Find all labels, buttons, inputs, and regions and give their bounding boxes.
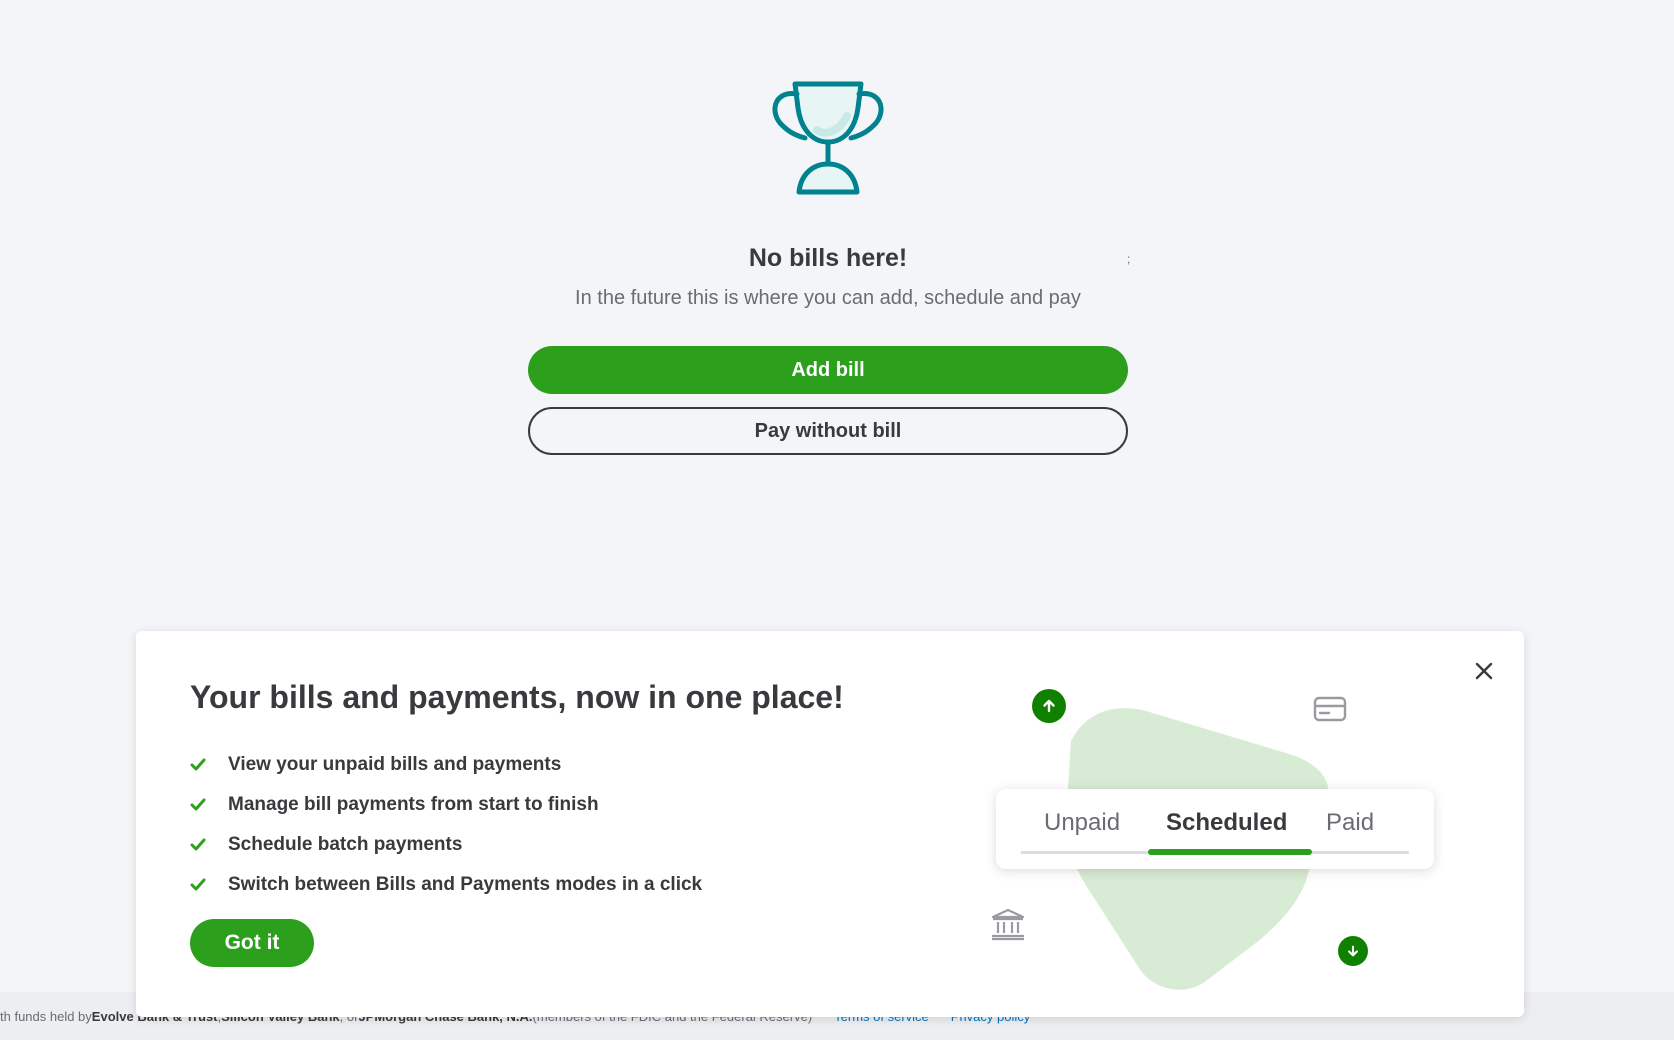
empty-state: No bills here! In the future this is whe… [528,78,1128,455]
credit-card-icon [1313,696,1347,722]
tab-unpaid: Unpaid [1044,809,1121,836]
checkmark-icon [190,798,206,811]
feature-label: Manage bill payments from start to finis… [228,794,599,815]
footer-prefix: th funds held by [0,1008,92,1024]
onboarding-card: Your bills and payments, now in one plac… [136,631,1524,1017]
arrow-up-circle-icon [1032,689,1066,723]
pay-without-bill-button[interactable]: Pay without bill [528,407,1128,455]
feature-list: View your unpaid bills and payments Mana… [190,745,702,905]
feature-item: Schedule batch payments [190,825,702,865]
feature-item: Manage bill payments from start to finis… [190,785,702,825]
feature-label: Switch between Bills and Payments modes … [228,874,703,895]
onboarding-title: Your bills and payments, now in one plac… [190,679,844,715]
checkmark-icon [190,878,206,891]
feature-label: Schedule batch payments [228,834,463,855]
add-bill-button[interactable]: Add bill [528,346,1128,394]
feature-item: Switch between Bills and Payments modes … [190,865,702,905]
empty-state-title: No bills here! [748,244,908,272]
tab-scheduled: Scheduled [1166,809,1288,836]
bills-illustration: Unpaid Scheduled Paid [976,671,1496,991]
illustration-tabs: Unpaid Scheduled Paid [996,789,1434,869]
got-it-button[interactable]: Got it [190,919,314,967]
feature-label: View your unpaid bills and payments [228,754,562,775]
empty-state-subtitle: In the future this is where you can add,… [575,287,1081,309]
active-tab-indicator [1148,849,1312,855]
trophy-icon [772,81,884,195]
tab-paid: Paid [1326,809,1375,836]
arrow-down-circle-icon [1338,936,1368,966]
feature-item: View your unpaid bills and payments [190,745,702,785]
stray-mark: ; [1127,252,1131,266]
checkmark-icon [190,838,206,851]
checkmark-icon [190,758,206,771]
bank-icon [991,908,1025,941]
